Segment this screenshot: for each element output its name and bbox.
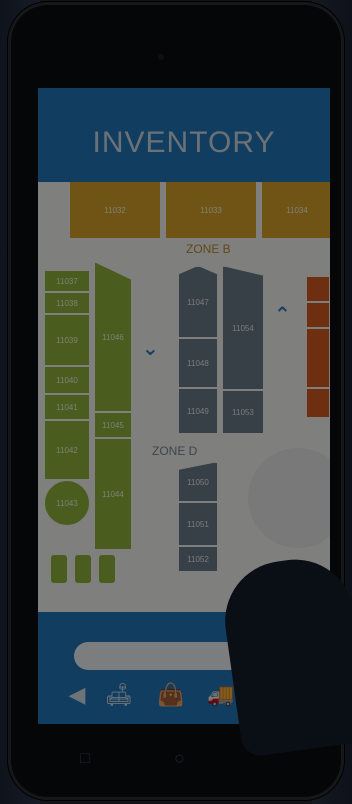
page-title: INVENTORY [92, 126, 276, 159]
bay-11042[interactable]: 11042 [44, 420, 90, 480]
bay-11049[interactable]: 11049 [178, 388, 218, 434]
zone-d-label: ZONE D [152, 444, 198, 458]
chevron-down-icon: ⌄ [142, 338, 159, 360]
bay-11046[interactable]: 11046 [94, 262, 132, 412]
bay-11052[interactable]: 11052 [178, 546, 218, 572]
sofa-icon[interactable]: 🛋 [104, 682, 134, 708]
app-header: INVENTORY [38, 88, 330, 182]
bay-11054[interactable]: 11054 [222, 266, 264, 390]
bay-orange[interactable] [306, 276, 330, 302]
bay-11039[interactable]: 11039 [44, 314, 90, 366]
chevron-up-icon: ⌃ [274, 304, 291, 326]
front-camera [158, 54, 164, 60]
bay-11033[interactable]: 11033 [166, 182, 256, 238]
bay-11034[interactable]: 11034 [262, 182, 330, 238]
bay-orange[interactable] [306, 328, 330, 388]
pad [98, 554, 116, 584]
bay-orange[interactable] [306, 388, 330, 418]
bay-11048[interactable]: 11048 [178, 338, 218, 388]
roundabout [238, 438, 330, 558]
bay-11047[interactable]: 11047 [178, 266, 218, 338]
bay-11032[interactable]: 11032 [70, 182, 160, 238]
home-circle-icon[interactable]: ○ [174, 748, 185, 769]
shopping-bag-icon[interactable]: 👜 [156, 682, 186, 708]
truck-icon[interactable]: 🚚 [206, 682, 236, 708]
bay-11043[interactable]: 11043 [44, 480, 90, 526]
pad [50, 554, 68, 584]
bay-11045[interactable]: 11045 [94, 412, 132, 438]
bay-11041[interactable]: 11041 [44, 394, 90, 420]
bay-orange[interactable] [306, 302, 330, 328]
bay-11051[interactable]: 11051 [178, 502, 218, 546]
bay-11044[interactable]: 11044 [94, 438, 132, 550]
bay-11050[interactable]: 11050 [178, 462, 218, 502]
bay-11037[interactable]: 11037 [44, 270, 90, 292]
bay-11053[interactable]: 11053 [222, 390, 264, 434]
pad [74, 554, 92, 584]
bay-11040[interactable]: 11040 [44, 366, 90, 394]
back-triangle-icon[interactable]: ◀ [62, 682, 92, 708]
zone-b-label: ZONE B [186, 242, 231, 256]
warehouse-map[interactable]: 11032 11033 11034 ZONE B 11037 11038 110… [38, 182, 330, 612]
recent-apps-icon[interactable]: □ [80, 750, 90, 768]
bay-11038[interactable]: 11038 [44, 292, 90, 314]
